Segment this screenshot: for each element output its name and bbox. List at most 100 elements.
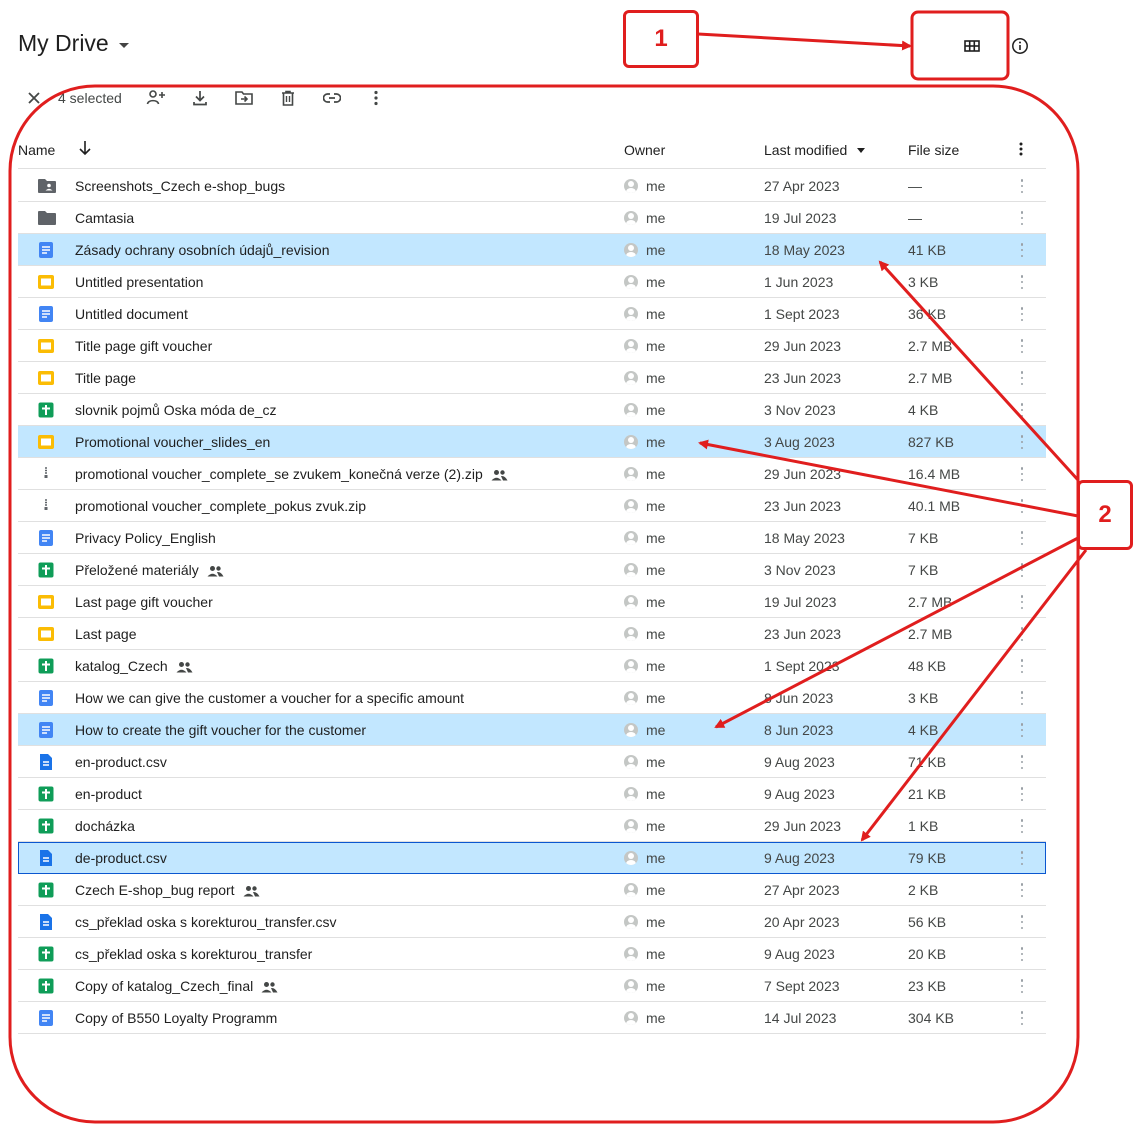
file-row[interactable]: Zásady ochrany osobních údajů_revision me… <box>18 234 1046 266</box>
file-row[interactable]: How to create the gift voucher for the c… <box>18 714 1046 746</box>
more-vert-icon[interactable] <box>364 86 388 110</box>
file-owner: me <box>624 626 665 642</box>
doc-icon <box>37 1009 55 1027</box>
file-row[interactable]: Copy of B550 Loyalty Programm me 14 Jul 20… <box>18 1002 1046 1034</box>
link-icon[interactable] <box>320 86 344 110</box>
owner-name: me <box>646 882 666 898</box>
file-row[interactable]: Untitled presentation me 1 Jun 2023 3 KB <box>18 266 1046 298</box>
file-row[interactable]: Untitled document me 1 Sept 2023 36 KB <box>18 298 1046 330</box>
file-row[interactable]: Last page gift voucher me 19 Jul 2023 2.7 M… <box>18 586 1046 618</box>
file-name: Zásady ochrany osobních údajů_revision <box>75 242 330 258</box>
file-owner: me <box>624 402 665 418</box>
row-more-icon[interactable] <box>1014 914 1030 930</box>
file-owner: me <box>624 594 665 610</box>
row-more-icon[interactable] <box>1014 498 1030 514</box>
file-row[interactable]: Promotional voucher_slides_en me 3 Aug 202… <box>18 426 1046 458</box>
row-more-icon[interactable] <box>1014 306 1030 322</box>
file-row[interactable]: Last page me 23 Jun 2023 2.7 MB <box>18 618 1046 650</box>
file-modified: 23 Jun 2023 <box>764 370 842 386</box>
row-more-icon[interactable] <box>1014 850 1030 866</box>
slides-icon <box>37 369 55 387</box>
drive-title-dropdown[interactable]: My Drive <box>18 30 129 57</box>
file-modified: 14 Jul 2023 <box>764 1010 837 1026</box>
file-row[interactable]: How we can give the customer a voucher f… <box>18 682 1046 714</box>
row-more-icon[interactable] <box>1014 626 1030 642</box>
share-icon[interactable] <box>144 86 168 110</box>
row-more-icon[interactable] <box>1014 178 1030 194</box>
row-more-icon[interactable] <box>1014 1010 1030 1026</box>
file-size: 827 KB <box>908 434 954 450</box>
row-more-icon[interactable] <box>1014 978 1030 994</box>
row-more-icon[interactable] <box>1014 946 1030 962</box>
file-row[interactable]: Přeložené materiály me 3 Nov 2023 7 KB <box>18 554 1046 586</box>
sort-arrow-down-icon[interactable] <box>78 140 92 159</box>
row-more-icon[interactable] <box>1014 434 1030 450</box>
owner-name: me <box>646 530 666 546</box>
move-icon[interactable] <box>232 86 256 110</box>
file-modified: 27 Apr 2023 <box>764 178 840 194</box>
file-row[interactable]: promotional voucher_complete_pokus zvuk.… <box>18 490 1046 522</box>
file-size: 2.7 MB <box>908 594 953 610</box>
row-more-icon[interactable] <box>1014 370 1030 386</box>
file-row[interactable]: cs_překlad oska s korekturou_transfer me 9… <box>18 938 1046 970</box>
row-more-icon[interactable] <box>1014 466 1030 482</box>
avatar-icon <box>624 883 638 897</box>
avatar-icon <box>624 467 638 481</box>
file-name: Copy of katalog_Czech_final <box>75 978 278 996</box>
download-icon[interactable] <box>188 86 212 110</box>
file-row[interactable]: cs_překlad oska s korekturou_transfer.cs… <box>18 906 1046 938</box>
file-row[interactable]: Czech E-shop_bug report me 27 Apr 2023 2 KB <box>18 874 1046 906</box>
file-name-text: katalog_Czech <box>75 658 168 674</box>
row-more-icon[interactable] <box>1014 658 1030 674</box>
row-more-icon[interactable] <box>1014 402 1030 418</box>
row-more-icon[interactable] <box>1014 562 1030 578</box>
column-modified-header[interactable]: Last modified <box>764 142 866 158</box>
trash-icon[interactable] <box>276 86 300 110</box>
file-modified: 3 Nov 2023 <box>764 402 836 418</box>
grid-view-icon[interactable] <box>960 34 984 58</box>
column-name-header[interactable]: Name <box>18 142 55 158</box>
owner-name: me <box>646 850 666 866</box>
row-more-icon[interactable] <box>1014 754 1030 770</box>
owner-name: me <box>646 402 666 418</box>
file-row[interactable]: promotional voucher_complete_se zvukem_k… <box>18 458 1046 490</box>
file-modified: 3 Nov 2023 <box>764 562 836 578</box>
file-name-text: cs_překlad oska s korekturou_transfer.cs… <box>75 914 337 930</box>
file-name: en-product.csv <box>75 754 167 770</box>
file-size: 40.1 MB <box>908 498 961 514</box>
row-more-icon[interactable] <box>1014 722 1030 738</box>
column-options-icon[interactable] <box>1019 142 1023 159</box>
row-more-icon[interactable] <box>1014 818 1030 834</box>
row-more-icon[interactable] <box>1014 690 1030 706</box>
row-more-icon[interactable] <box>1014 594 1030 610</box>
row-more-icon[interactable] <box>1014 786 1030 802</box>
file-row[interactable]: Privacy Policy_English me 18 May 2023 7 KB <box>18 522 1046 554</box>
file-name: Copy of B550 Loyalty Programm <box>75 1010 277 1026</box>
column-size-header[interactable]: File size <box>908 142 959 158</box>
row-more-icon[interactable] <box>1014 338 1030 354</box>
file-row[interactable]: Title page gift voucher me 29 Jun 2023 2.7 … <box>18 330 1046 362</box>
close-icon[interactable] <box>22 86 46 110</box>
row-more-icon[interactable] <box>1014 242 1030 258</box>
shared-icon <box>491 468 508 484</box>
file-row[interactable]: Copy of katalog_Czech_final me 7 Sept 2023… <box>18 970 1046 1002</box>
csv-icon <box>37 849 55 867</box>
file-row[interactable]: slovnik pojmů Oska móda de_cz me 3 Nov 202… <box>18 394 1046 426</box>
info-icon[interactable] <box>1008 34 1032 58</box>
file-size: 2.7 MB <box>908 370 953 386</box>
owner-name: me <box>646 242 666 258</box>
row-more-icon[interactable] <box>1014 530 1030 546</box>
row-more-icon[interactable] <box>1014 210 1030 226</box>
file-row[interactable]: docházka me 29 Jun 2023 1 KB <box>18 810 1046 842</box>
file-row[interactable]: Title page me 23 Jun 2023 2.7 MB <box>18 362 1046 394</box>
file-owner: me <box>624 850 665 866</box>
file-row[interactable]: Screenshots_Czech e-shop_bugs me 27 Apr 20… <box>18 170 1046 202</box>
row-more-icon[interactable] <box>1014 274 1030 290</box>
file-row[interactable]: de-product.csv me 9 Aug 2023 79 KB <box>18 842 1046 874</box>
row-more-icon[interactable] <box>1014 882 1030 898</box>
file-row[interactable]: en-product.csv me 9 Aug 2023 71 KB <box>18 746 1046 778</box>
file-name: en-product <box>75 786 142 802</box>
file-row[interactable]: Camtasia me 19 Jul 2023 — <box>18 202 1046 234</box>
file-row[interactable]: katalog_Czech me 1 Sept 2023 48 KB <box>18 650 1046 682</box>
file-row[interactable]: en-product me 9 Aug 2023 21 KB <box>18 778 1046 810</box>
